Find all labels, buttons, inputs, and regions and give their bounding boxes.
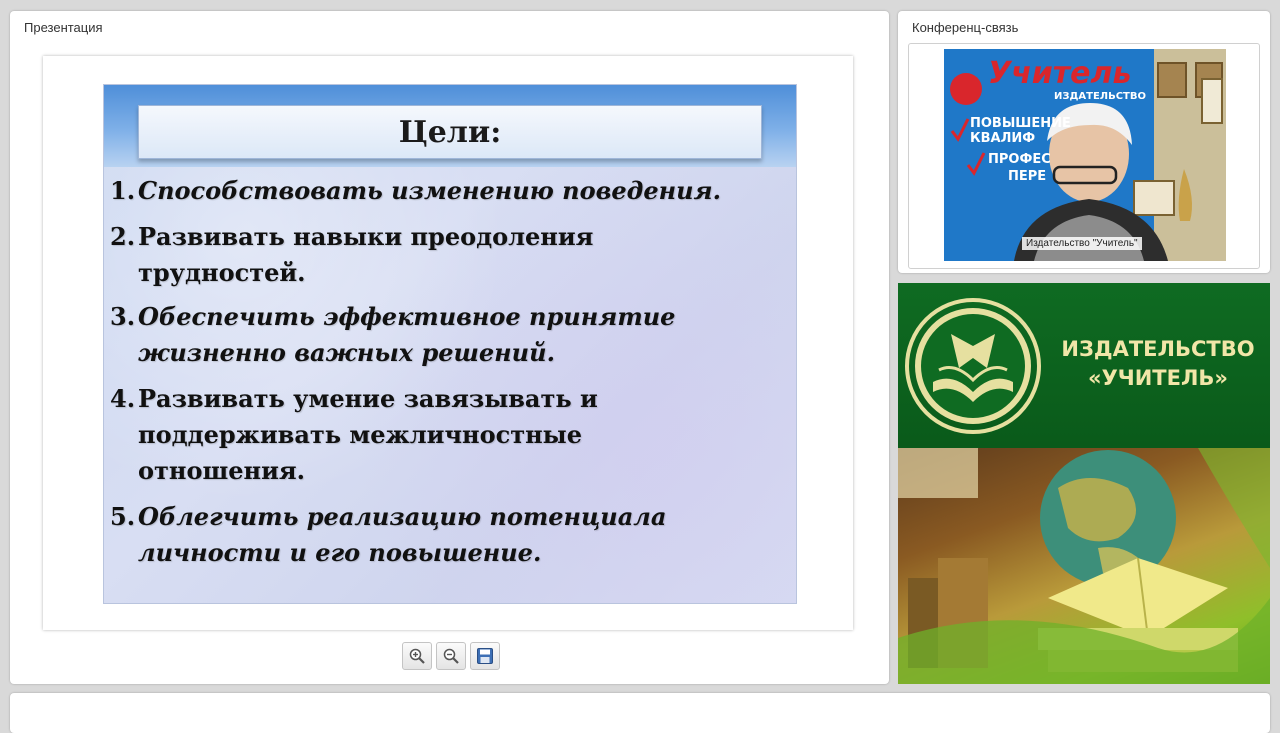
save-button[interactable] [470, 642, 500, 670]
video-caption: Издательство "Учитель" [1022, 237, 1142, 250]
goal-number: 1. [110, 176, 136, 205]
goal-text: Облегчить реализацию потенциала личности… [138, 502, 667, 567]
goal-number: 2. [110, 222, 136, 251]
backdrop-line-2: КВАЛИФ [970, 131, 1035, 146]
slide-title: Цели: [398, 114, 502, 150]
backdrop-line-4: ПЕРЕ [1008, 169, 1046, 184]
goal-item-3: 3. Обеспечить эффективное принятие жизне… [110, 299, 790, 371]
video-scene: Учитель ИЗДАТЕЛЬСТВО ПОВЫШЕНИЕ КВАЛИФ ПР… [944, 49, 1226, 261]
backdrop-brand-subtext: ИЗДАТЕЛЬСТВО [1054, 91, 1146, 102]
zoom-out-button[interactable] [436, 642, 466, 670]
presentation-toolbar [402, 642, 500, 670]
publisher-name-line-1: ИЗДАТЕЛЬСТВО [1061, 337, 1255, 361]
goal-text: Способствовать изменению поведения. [138, 176, 721, 205]
backdrop-line-3: ПРОФЕС [988, 152, 1051, 167]
slide-title-box: Цели: [138, 105, 762, 159]
goal-item-2: 2. Развивать навыки преодоления трудност… [110, 219, 790, 291]
conference-panel-title: Конференц-связь [912, 20, 1019, 35]
presentation-panel: Презентация Цели: 1. Способствовать изме… [10, 11, 889, 684]
backdrop-line-1: ПОВЫШЕНИЕ [970, 116, 1071, 131]
zoom-in-icon [409, 648, 425, 664]
goal-item-4: 4. Развивать умение завязывать и поддерж… [110, 381, 790, 489]
slide-viewport[interactable]: Цели: 1. Способствовать изменению поведе… [43, 56, 853, 630]
publisher-logo-icon [905, 298, 1041, 434]
goal-number: 5. [110, 502, 136, 531]
zoom-in-button[interactable] [402, 642, 432, 670]
goal-item-1: 1. Способствовать изменению поведения. [110, 173, 790, 209]
banner-header: ИЗДАТЕЛЬСТВО «УЧИТЕЛЬ» [898, 283, 1270, 448]
goal-number: 4. [110, 384, 136, 413]
publisher-name-line-2: «УЧИТЕЛЬ» [1088, 366, 1228, 390]
conference-video[interactable]: Учитель ИЗДАТЕЛЬСТВО ПОВЫШЕНИЕ КВАЛИФ ПР… [944, 49, 1226, 261]
bottom-panel [10, 693, 1270, 733]
backdrop-brand-text: Учитель [988, 56, 1131, 91]
goal-text: Обеспечить эффективное принятие жизненно… [138, 302, 676, 367]
slide: Цели: 1. Способствовать изменению поведе… [103, 84, 797, 604]
banner-image [898, 448, 1270, 684]
zoom-out-icon [443, 648, 459, 664]
conference-panel: Конференц-связь Учитель ИЗДАТЕЛЬСТВО ПОВ… [898, 11, 1270, 273]
presentation-panel-title: Презентация [24, 20, 103, 35]
goal-item-5: 5. Облегчить реализацию потенциала лично… [110, 499, 790, 571]
floppy-disk-icon [477, 648, 493, 664]
publisher-name: ИЗДАТЕЛЬСТВО «УЧИТЕЛЬ» [1048, 335, 1268, 393]
goal-text: Развивать умение завязывать и поддержива… [138, 384, 598, 485]
goal-number: 3. [110, 302, 136, 331]
books-globe-illustration [898, 448, 1270, 684]
goal-text: Развивать навыки преодоления трудностей. [138, 222, 594, 287]
publisher-banner: ИЗДАТЕЛЬСТВО «УЧИТЕЛЬ» [898, 283, 1270, 684]
